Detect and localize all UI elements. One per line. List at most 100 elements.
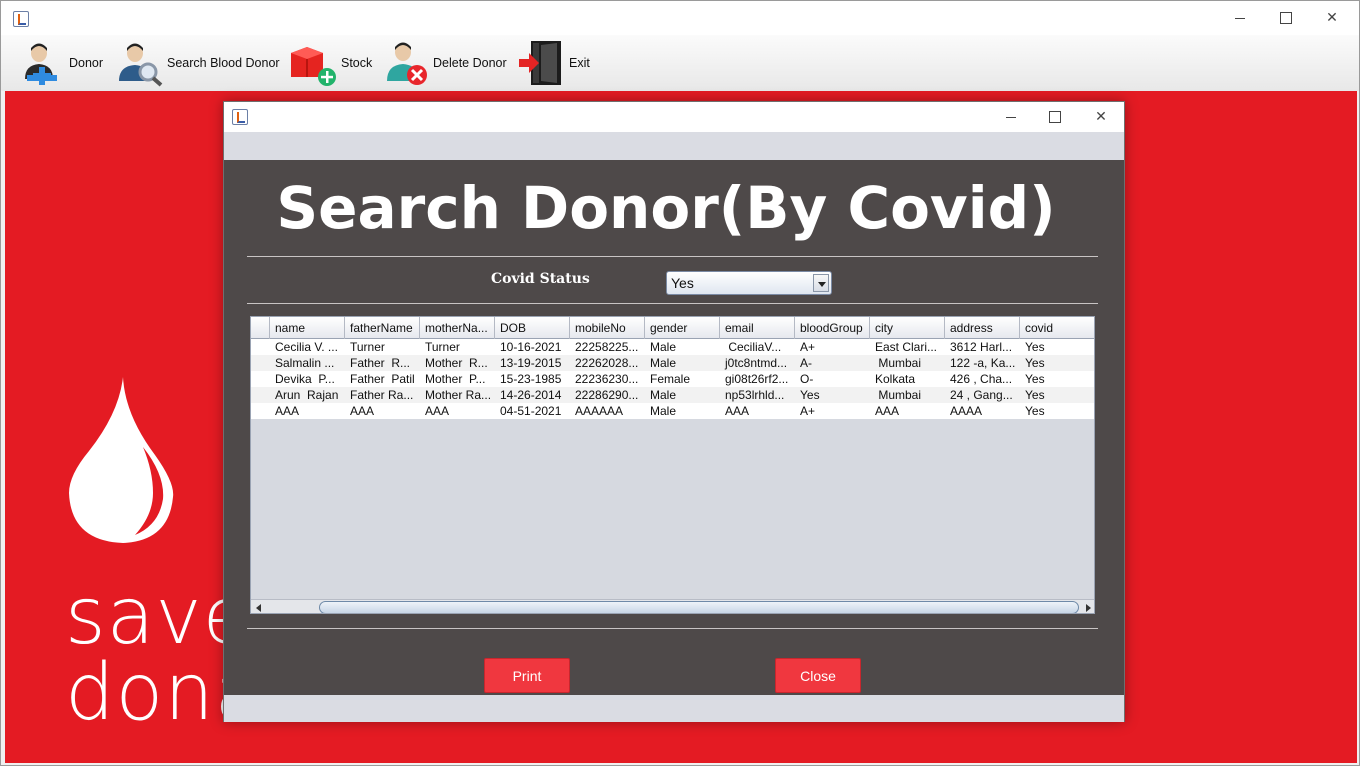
table-cell[interactable]: Devika P...	[270, 371, 345, 387]
table-cell[interactable]: AAAA	[945, 403, 1020, 419]
table-cell[interactable]: AAAAAA	[570, 403, 645, 419]
table-cell[interactable]: Cecilia V. ...	[270, 339, 345, 355]
covid-status-dropdown[interactable]: Yes	[666, 271, 832, 295]
scroll-left-icon[interactable]	[253, 602, 265, 613]
scrollbar-thumb[interactable]	[319, 601, 1079, 613]
search-blood-donor-button[interactable]: Search Blood Donor	[115, 37, 280, 89]
row-gutter	[251, 371, 270, 387]
table-cell[interactable]: Father Patil	[345, 371, 420, 387]
dialog-maximize-button[interactable]	[1032, 102, 1078, 132]
column-header[interactable]: email	[720, 317, 795, 339]
column-header[interactable]: DOB	[495, 317, 570, 339]
column-header[interactable]: name	[270, 317, 345, 339]
table-row[interactable]: Cecilia V. ... Turner Turner 10-16-2021 2225…	[251, 339, 1094, 355]
table-row[interactable]: Salmalin ... Father R... Mother R... 13-19-…	[251, 355, 1094, 371]
column-header[interactable]: gender	[645, 317, 720, 339]
table-cell[interactable]: Mumbai	[870, 387, 945, 403]
close-window-button[interactable]	[1309, 1, 1355, 35]
table-cell[interactable]: Father R...	[345, 355, 420, 371]
table-cell[interactable]: Turner	[420, 339, 495, 355]
table-cell[interactable]: 426 , Cha...	[945, 371, 1020, 387]
table-cell[interactable]: Kolkata	[870, 371, 945, 387]
table-cell[interactable]: gi08t26rf2...	[720, 371, 795, 387]
table-cell[interactable]: Yes	[1020, 403, 1094, 419]
minimize-button[interactable]	[1217, 1, 1263, 35]
table-cell[interactable]: Arun Rajan	[270, 387, 345, 403]
table-cell[interactable]: Yes	[1020, 339, 1094, 355]
exit-label: Exit	[569, 56, 590, 70]
table-cell[interactable]: Mumbai	[870, 355, 945, 371]
dialog-minimize-button[interactable]	[988, 102, 1034, 132]
column-header[interactable]: address	[945, 317, 1020, 339]
table-cell[interactable]: A-	[795, 355, 870, 371]
table-cell[interactable]: j0tc8ntmd...	[720, 355, 795, 371]
table-cell[interactable]: 13-19-2015	[495, 355, 570, 371]
table-row[interactable]: AAA AAA AAA 04-51-2021 AAAAAA Male AAA A+ AAA AAA…	[251, 403, 1094, 419]
delete-donor-button[interactable]: Delete Donor	[381, 37, 507, 89]
chevron-down-icon[interactable]	[813, 274, 829, 292]
table-cell[interactable]: A+	[795, 403, 870, 419]
scroll-right-icon[interactable]	[1082, 602, 1094, 613]
donor-table[interactable]: name fatherName motherNa... DOB mobileNo gend…	[250, 316, 1095, 614]
main-titlebar	[1, 1, 1359, 35]
dialog-top-strip	[224, 132, 1124, 160]
maximize-button[interactable]	[1263, 1, 1309, 35]
stock-button[interactable]: Stock	[289, 37, 372, 89]
table-cell[interactable]: 3612 Harl...	[945, 339, 1020, 355]
table-cell[interactable]: Salmalin ...	[270, 355, 345, 371]
table-cell[interactable]: Turner	[345, 339, 420, 355]
separator	[247, 628, 1098, 629]
table-cell[interactable]: 15-23-1985	[495, 371, 570, 387]
table-cell[interactable]: 122 -a, Ka...	[945, 355, 1020, 371]
table-row[interactable]: Arun Rajan Father Ra... Mother Ra... 14-26-…	[251, 387, 1094, 403]
column-header[interactable]: city	[870, 317, 945, 339]
donor-button[interactable]: Donor	[17, 37, 103, 89]
separator	[247, 303, 1098, 304]
column-header[interactable]: mobileNo	[570, 317, 645, 339]
table-cell[interactable]: 10-16-2021	[495, 339, 570, 355]
table-cell[interactable]: A+	[795, 339, 870, 355]
table-cell[interactable]: AAA	[345, 403, 420, 419]
column-header[interactable]: motherNa...	[420, 317, 495, 339]
stock-icon	[289, 39, 337, 87]
dialog-close-icon[interactable]	[1078, 102, 1124, 132]
covid-status-value: Yes	[671, 275, 694, 291]
table-cell[interactable]: 22262028...	[570, 355, 645, 371]
table-cell[interactable]: CeciliaV...	[720, 339, 795, 355]
table-cell[interactable]: Mother P...	[420, 371, 495, 387]
table-cell[interactable]: Yes	[795, 387, 870, 403]
table-cell[interactable]: Female	[645, 371, 720, 387]
table-row[interactable]: Devika P... Father Patil Mother P... 15-23-…	[251, 371, 1094, 387]
table-cell[interactable]: AAA	[270, 403, 345, 419]
exit-button[interactable]: Exit	[517, 37, 590, 89]
table-cell[interactable]: Yes	[1020, 371, 1094, 387]
table-cell[interactable]: 24 , Gang...	[945, 387, 1020, 403]
table-cell[interactable]: Male	[645, 355, 720, 371]
table-cell[interactable]: 22286290...	[570, 387, 645, 403]
table-cell[interactable]: Male	[645, 387, 720, 403]
table-cell[interactable]: Male	[645, 339, 720, 355]
table-cell[interactable]: 14-26-2014	[495, 387, 570, 403]
horizontal-scrollbar[interactable]	[251, 599, 1094, 613]
table-cell[interactable]: Mother Ra...	[420, 387, 495, 403]
column-header[interactable]: fatherName	[345, 317, 420, 339]
table-cell[interactable]: np53lrhld...	[720, 387, 795, 403]
table-cell[interactable]: 22236230...	[570, 371, 645, 387]
table-cell[interactable]: AAA	[720, 403, 795, 419]
table-cell[interactable]: O-	[795, 371, 870, 387]
print-button[interactable]: Print	[484, 658, 570, 693]
table-cell[interactable]: Yes	[1020, 355, 1094, 371]
column-header[interactable]: bloodGroup	[795, 317, 870, 339]
table-cell[interactable]: Father Ra...	[345, 387, 420, 403]
table-cell[interactable]: AAA	[870, 403, 945, 419]
table-cell[interactable]: East Clari...	[870, 339, 945, 355]
table-cell[interactable]: 04-51-2021	[495, 403, 570, 419]
table-cell[interactable]: Mother R...	[420, 355, 495, 371]
table-cell[interactable]: 22258225...	[570, 339, 645, 355]
main-window: Donor Search Blood Donor	[0, 0, 1360, 766]
table-cell[interactable]: AAA	[420, 403, 495, 419]
table-cell[interactable]: Yes	[1020, 387, 1094, 403]
close-button[interactable]: Close	[775, 658, 861, 693]
table-cell[interactable]: Male	[645, 403, 720, 419]
column-header[interactable]: covid	[1020, 317, 1094, 339]
